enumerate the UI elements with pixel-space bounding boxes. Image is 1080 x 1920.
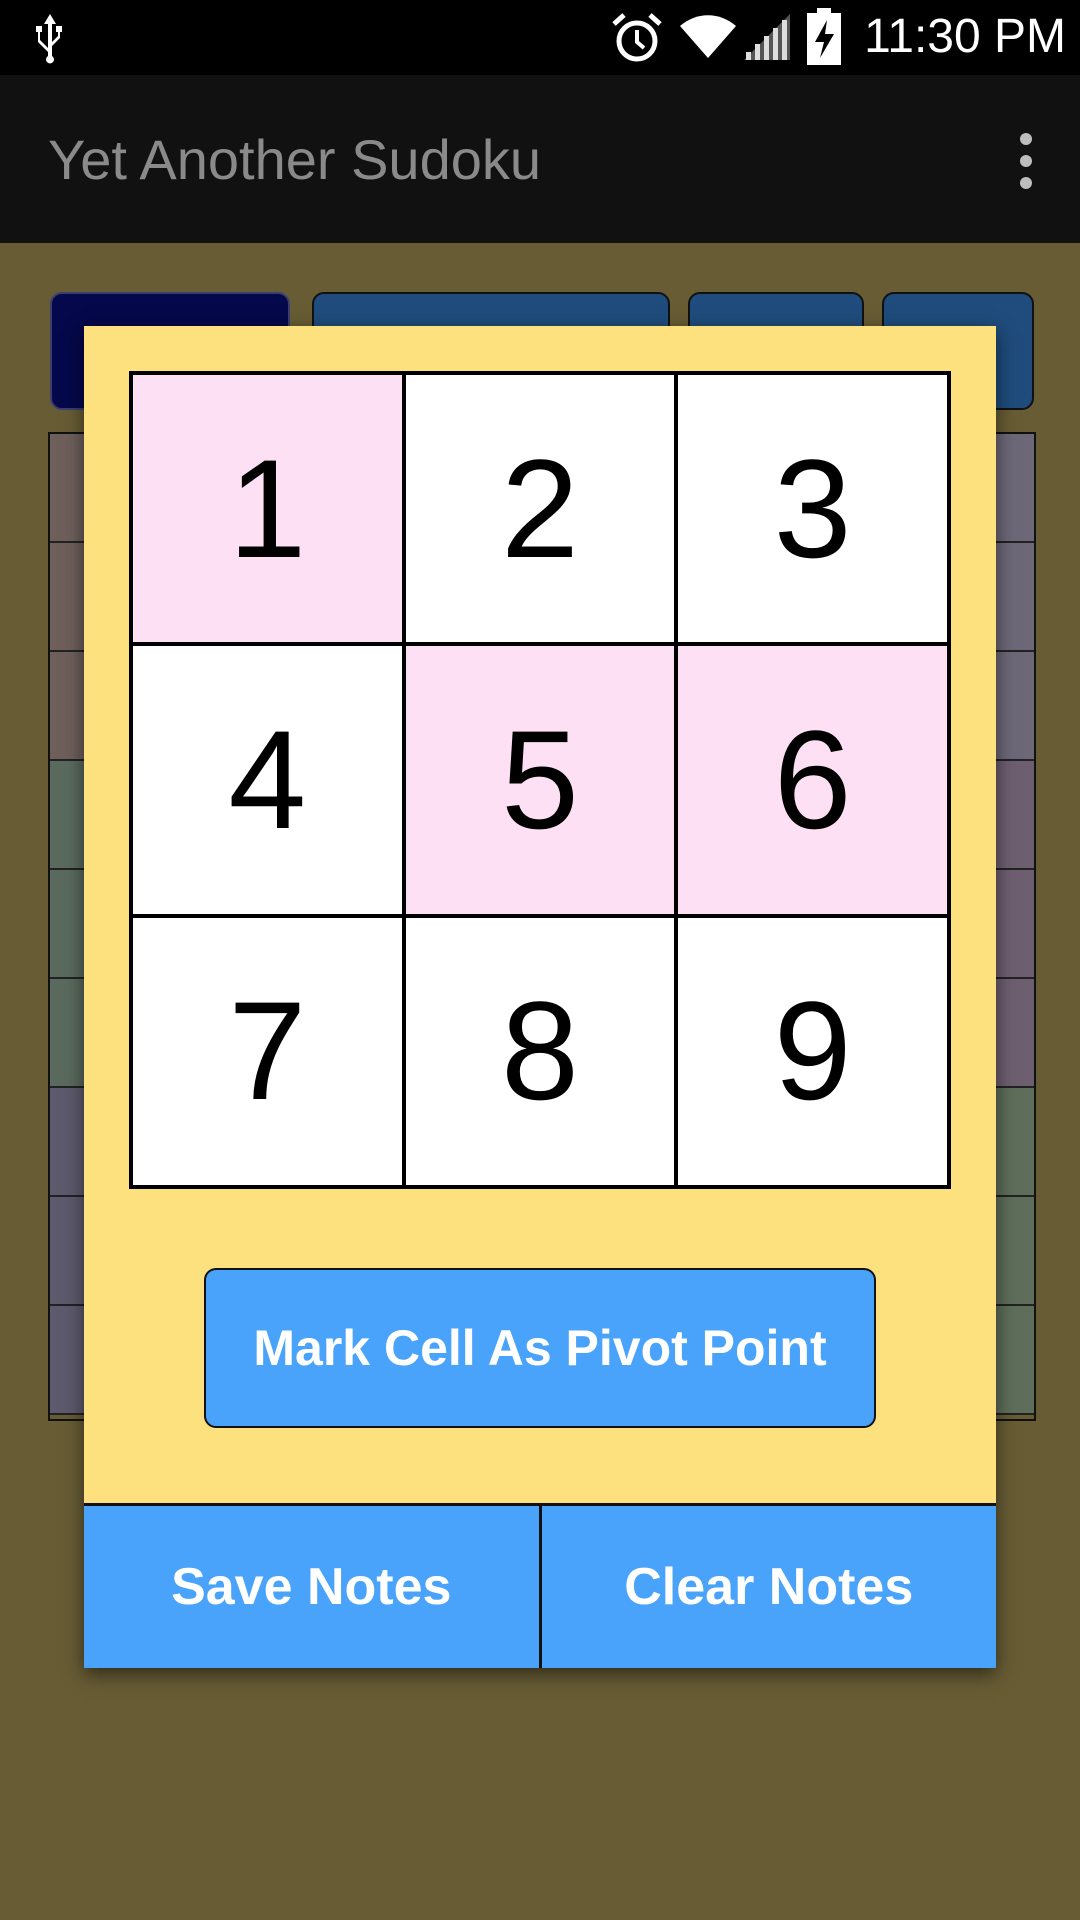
alarm-icon xyxy=(612,13,662,62)
number-cell-9[interactable]: 9 xyxy=(678,917,947,1185)
number-grid: 1 2 3 4 5 6 7 8 9 xyxy=(129,371,951,1189)
clear-notes-button[interactable]: Clear Notes xyxy=(542,1506,997,1668)
wifi-icon xyxy=(680,15,736,58)
number-cell-2[interactable]: 2 xyxy=(405,375,675,643)
dialog-footer: Save Notes Clear Notes xyxy=(84,1503,996,1668)
app-title: Yet Another Sudoku xyxy=(48,128,542,191)
save-notes-button[interactable]: Save Notes xyxy=(84,1506,542,1668)
number-cell-8[interactable]: 8 xyxy=(405,917,675,1185)
mark-pivot-point-button[interactable]: Mark Cell As Pivot Point xyxy=(204,1268,876,1428)
number-cell-7[interactable]: 7 xyxy=(133,917,402,1185)
number-cell-1[interactable]: 1 xyxy=(133,375,402,643)
number-cell-5[interactable]: 5 xyxy=(405,646,675,914)
status-time: 11:30 PM xyxy=(864,10,1066,63)
number-cell-3[interactable]: 3 xyxy=(678,375,947,643)
status-bar: 11:30 PM xyxy=(0,0,1080,75)
battery-charging-icon xyxy=(807,8,841,65)
signal-icon xyxy=(744,14,790,60)
number-cell-6[interactable]: 6 xyxy=(678,646,947,914)
dialog-body: 1 2 3 4 5 6 7 8 9 Mark Cell As Pivot Poi… xyxy=(84,326,996,1503)
number-cell-4[interactable]: 4 xyxy=(133,646,402,914)
action-bar: Yet Another Sudoku xyxy=(0,75,1080,243)
overflow-menu-icon[interactable] xyxy=(1012,131,1040,191)
usb-icon xyxy=(36,14,62,64)
notes-dialog: 1 2 3 4 5 6 7 8 9 Mark Cell As Pivot Poi… xyxy=(84,326,996,1668)
